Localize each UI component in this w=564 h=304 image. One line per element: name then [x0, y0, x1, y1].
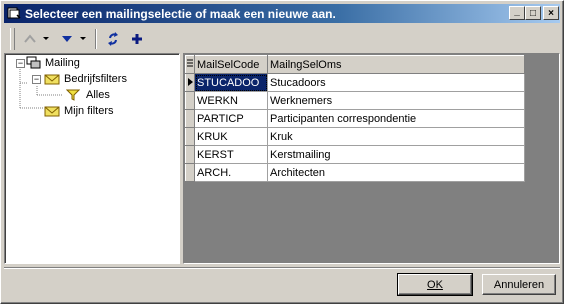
cell-mailselcode[interactable]: PARTICP	[194, 109, 268, 128]
column-header-mailselcode[interactable]: MailSelCode	[194, 55, 268, 74]
table-row[interactable]: ARCH. Architecten	[185, 163, 525, 182]
grid-corner[interactable]	[185, 55, 195, 74]
tree-label-mijn-filters: Mijn filters	[64, 105, 114, 117]
cell-mailngselOms[interactable]: Architecten	[267, 163, 525, 182]
filter-icon	[66, 89, 80, 101]
envelope-icon	[44, 106, 60, 117]
row-indicator[interactable]	[185, 145, 195, 164]
maximize-button[interactable]: □	[525, 6, 541, 20]
window-title: Selecteer een mailingselectie of maak ee…	[25, 7, 336, 21]
table-row[interactable]: KRUK Kruk	[185, 127, 525, 146]
tree-label-mailing: Mailing	[45, 57, 80, 69]
tree-collapse-root[interactable]: −	[16, 59, 25, 68]
move-down-dropdown[interactable]	[78, 29, 88, 49]
footer-divider	[4, 267, 560, 269]
app-icon	[7, 7, 21, 19]
column-header-mailngselOms[interactable]: MailngSelOms	[267, 55, 525, 74]
tree-node-bedrijfsfilters[interactable]: Bedrijfsfilters	[44, 71, 127, 87]
arrow-down-icon	[62, 36, 72, 42]
cell-mailngselOms[interactable]: Participanten correspondentie	[267, 109, 525, 128]
tree-node-alles[interactable]: Alles	[66, 87, 110, 103]
dropdown-arrow-icon	[80, 37, 86, 40]
filter-tree[interactable]: − Mailing − Bedrijfsfilters Alles Mijn f…	[4, 53, 180, 264]
grid-options-icon	[187, 59, 193, 66]
minimize-icon: _	[514, 5, 520, 17]
arrow-up-icon	[24, 34, 36, 43]
close-button[interactable]: ×	[543, 6, 559, 20]
toolbar	[4, 25, 560, 53]
move-down-button[interactable]	[56, 29, 78, 49]
move-up-button[interactable]	[19, 29, 41, 49]
row-indicator[interactable]	[185, 73, 195, 92]
toolbar-separator	[95, 29, 97, 49]
cell-mailngselOms[interactable]: Kruk	[267, 127, 525, 146]
cell-mailselcode[interactable]: WERKN	[194, 91, 268, 110]
refresh-icon	[108, 32, 118, 46]
cell-mailngselOms[interactable]: Werknemers	[267, 91, 525, 110]
close-icon: ×	[548, 7, 554, 19]
table-row[interactable]: PARTICP Participanten correspondentie	[185, 109, 525, 128]
move-up-dropdown[interactable]	[41, 29, 51, 49]
envelope-icon	[44, 74, 60, 85]
toolbar-grip[interactable]	[10, 28, 15, 50]
cell-mailselcode[interactable]: KERST	[194, 145, 268, 164]
table-row[interactable]: STUCADOO Stucadoors	[185, 73, 525, 92]
cell-mailngselOms[interactable]: Kerstmailing	[267, 145, 525, 164]
tree-node-mijn-filters[interactable]: Mijn filters	[44, 103, 114, 119]
dropdown-arrow-icon	[43, 37, 49, 40]
tree-collapse-bedrijfsfilters[interactable]: −	[32, 75, 41, 84]
maximize-icon: □	[529, 7, 537, 19]
cell-mailngselOms[interactable]: Stucadoors	[267, 73, 525, 92]
refresh-button[interactable]	[102, 29, 124, 49]
ok-button[interactable]: OK	[397, 273, 473, 296]
row-indicator[interactable]	[185, 127, 195, 146]
mailing-selection-grid[interactable]: MailSelCode MailngSelOms STUCADOO Stucado…	[183, 53, 560, 264]
row-indicator[interactable]	[185, 91, 195, 110]
tree-node-mailing[interactable]: Mailing	[26, 55, 80, 71]
minimize-button[interactable]: _	[509, 6, 525, 20]
tree-label-alles: Alles	[86, 89, 110, 101]
grid-table: MailSelCode MailngSelOms STUCADOO Stucado…	[185, 55, 525, 182]
title-bar[interactable]: Selecteer een mailingselectie of maak ee…	[4, 4, 560, 23]
cell-mailselcode[interactable]: ARCH.	[194, 163, 268, 182]
current-row-arrow-icon	[187, 77, 193, 86]
table-row[interactable]: KERST Kerstmailing	[185, 145, 525, 164]
mailing-folder-icon	[26, 56, 41, 69]
ok-button-label: OK	[427, 278, 443, 291]
add-icon	[132, 34, 142, 44]
cancel-button[interactable]: Annuleren	[482, 274, 556, 295]
cell-mailselcode[interactable]: KRUK	[194, 127, 268, 146]
row-indicator[interactable]	[185, 163, 195, 182]
tree-label-bedrijfsfilters: Bedrijfsfilters	[64, 73, 127, 85]
add-button[interactable]	[126, 29, 148, 49]
cancel-button-label: Annuleren	[493, 278, 545, 291]
row-indicator[interactable]	[185, 109, 195, 128]
dialog-window: Selecteer een mailingselectie of maak ee…	[0, 0, 564, 304]
table-row[interactable]: WERKN Werknemers	[185, 91, 525, 110]
cell-mailselcode[interactable]: STUCADOO	[194, 73, 268, 92]
